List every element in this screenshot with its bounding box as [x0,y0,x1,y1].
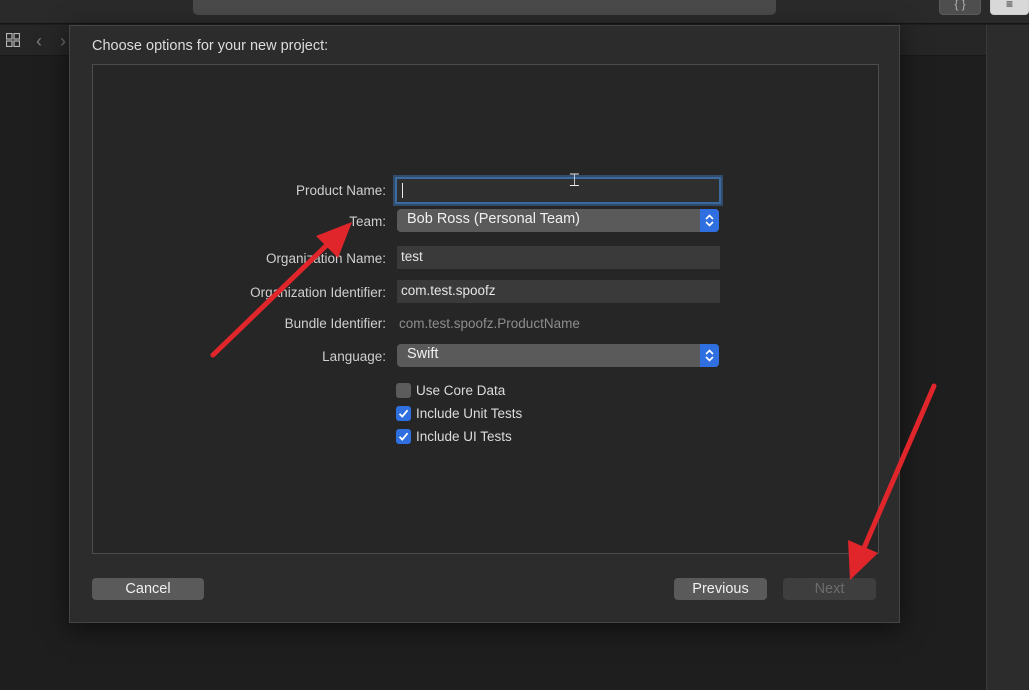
checkbox-box [396,383,411,398]
text-caret [402,183,403,198]
editor-mode-button[interactable]: ≡ [990,0,1029,15]
language-value: Swift [407,346,439,362]
use-core-data-label: Use Core Data [416,383,506,398]
checkbox-box [396,429,411,444]
xcode-window: { } ≡ ‹ › Choose options for your new pr… [0,0,1029,690]
team-label: Team: [349,214,386,229]
lines-icon: ≡ [1005,0,1013,11]
next-button[interactable]: Next [783,578,876,600]
team-value: Bob Ross (Personal Team) [407,211,581,227]
bundle-identifier-label: Bundle Identifier: [284,316,386,331]
options-panel [92,64,879,554]
chevron-left-icon[interactable]: ‹ [36,31,42,52]
include-unit-tests-label: Include Unit Tests [416,406,523,421]
activity-viewer [193,0,776,15]
inspector-pane [986,25,1029,690]
library-button[interactable]: { } [939,0,981,15]
braces-icon: { } [954,0,966,11]
organization-identifier-input[interactable]: com.test.spoofz [397,280,720,303]
checkbox-box [396,406,411,421]
chevron-up-down-icon [700,209,719,232]
team-popup[interactable]: Bob Ross (Personal Team) [397,209,719,232]
organization-name-input[interactable]: test [397,246,720,269]
checkmark-icon [398,409,409,418]
language-label: Language: [322,349,386,364]
window-toolbar: { } ≡ [0,0,1029,24]
product-name-input[interactable] [395,177,721,204]
include-ui-tests-label: Include UI Tests [416,429,512,444]
cancel-button[interactable]: Cancel [92,578,204,600]
grid-icon[interactable] [6,33,20,47]
text-cursor-icon: ⌶ [569,170,580,190]
chevron-right-icon[interactable]: › [60,31,66,52]
organization-name-label: Organization Name: [265,251,386,266]
organization-identifier-label: Organization Identifier: [250,285,386,300]
bundle-identifier-value: com.test.spoofz.ProductName [399,316,580,331]
language-popup[interactable]: Swift [397,344,719,367]
product-name-label: Product Name: [295,183,386,198]
chevron-up-down-icon [700,344,719,367]
previous-button[interactable]: Previous [674,578,767,600]
checkmark-icon [398,432,409,441]
sheet-title: Choose options for your new project: [92,38,329,54]
